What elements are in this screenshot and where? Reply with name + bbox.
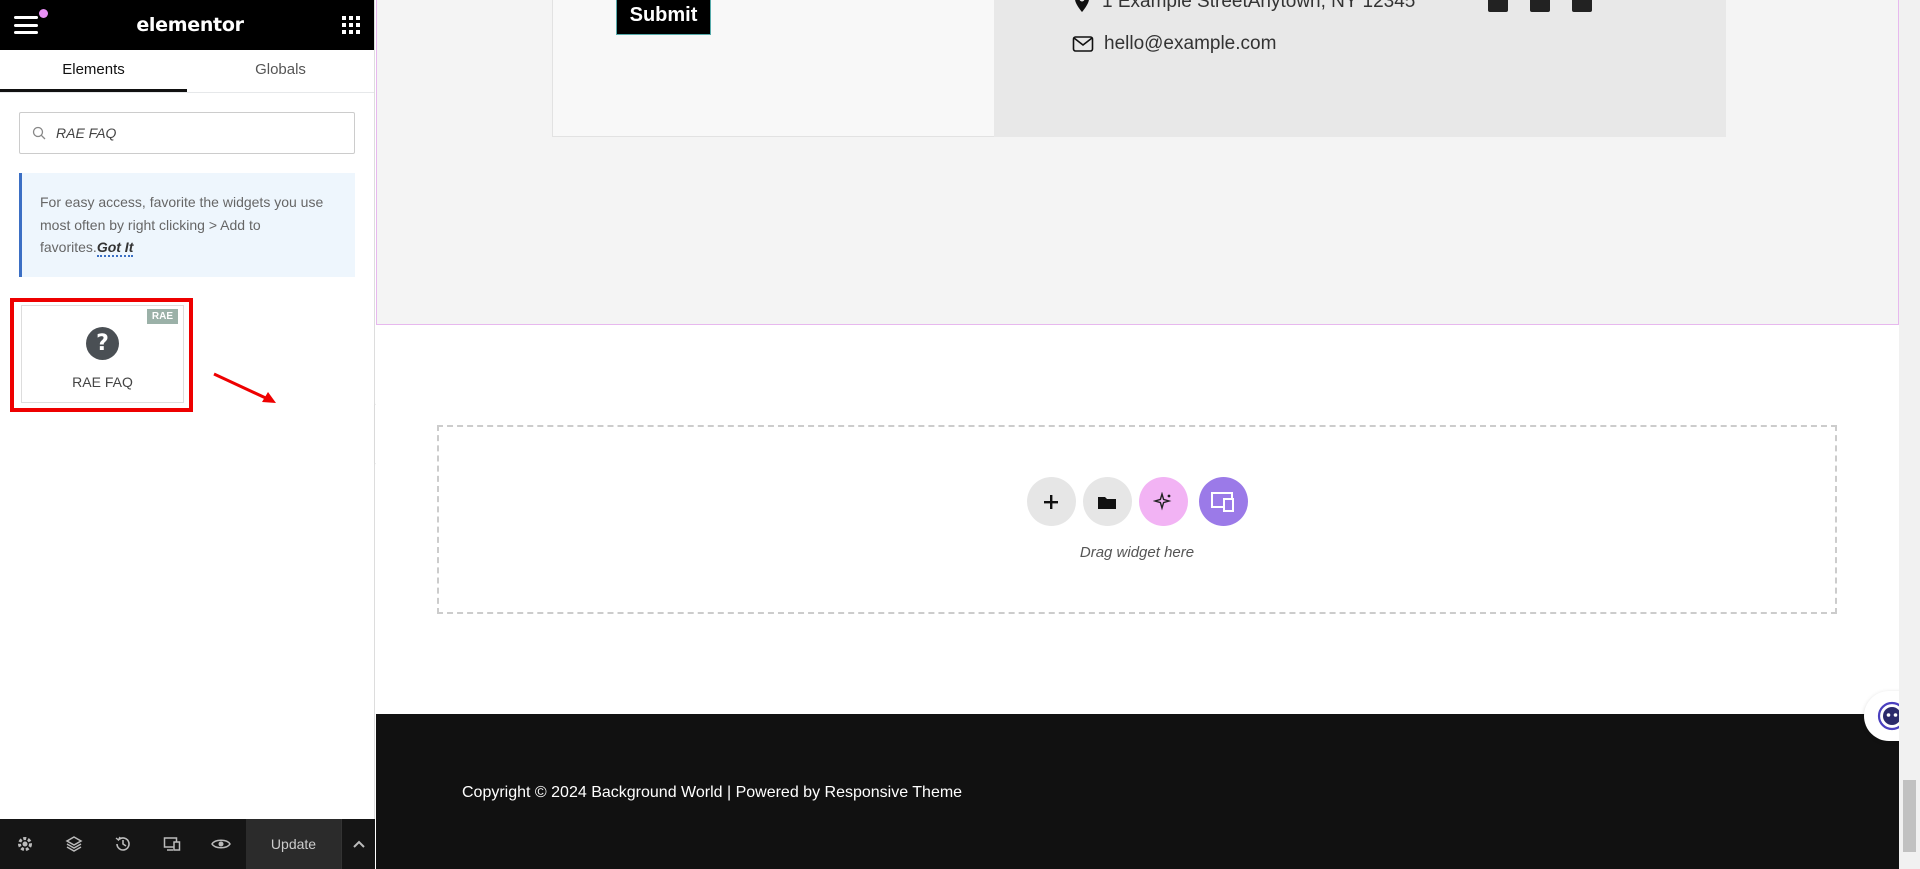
ai-generate-button[interactable] bbox=[1138, 477, 1188, 526]
scrollbar-thumb[interactable] bbox=[1903, 780, 1916, 852]
elementor-panel: elementor Elements Globals For easy acce… bbox=[0, 0, 375, 869]
preview-eye-icon[interactable] bbox=[196, 819, 245, 869]
search-input[interactable] bbox=[56, 125, 336, 141]
empty-section-dropzone[interactable]: Drag widget here bbox=[437, 425, 1837, 614]
email-row: hello@example.com bbox=[1072, 33, 1276, 55]
google-plus-icon[interactable] bbox=[1572, 0, 1592, 12]
tab-elements[interactable]: Elements bbox=[0, 50, 187, 92]
layers-icon[interactable] bbox=[49, 819, 98, 869]
contact-info-column: 1 Example StreetAnytown, NY 12345 hello@… bbox=[994, 0, 1726, 137]
folder-icon bbox=[1098, 496, 1116, 509]
plus-icon bbox=[1044, 494, 1058, 509]
got-it-link[interactable]: Got It bbox=[96, 239, 134, 257]
menu-icon[interactable] bbox=[14, 9, 48, 34]
twitter-icon[interactable] bbox=[1530, 0, 1550, 12]
notice-text: For easy access, favorite the widgets yo… bbox=[40, 194, 324, 255]
notification-dot bbox=[39, 9, 48, 18]
copyright-text: Copyright © 2024 Background World | Powe… bbox=[462, 784, 963, 801]
submit-button[interactable]: Submit bbox=[616, 0, 711, 35]
red-arrow-icon bbox=[213, 372, 276, 403]
add-section-button[interactable] bbox=[1026, 477, 1076, 526]
contact-form-column: Submit bbox=[552, 0, 995, 137]
address-text: 1 Example StreetAnytown, NY 12345 bbox=[1102, 0, 1416, 12]
panel-header: elementor bbox=[0, 0, 374, 50]
scrollbar[interactable] bbox=[1899, 0, 1920, 869]
template-library-button[interactable] bbox=[1198, 477, 1248, 526]
contact-section: Submit 1 Example StreetAnytown, NY 12345… bbox=[376, 0, 1899, 325]
sparkle-icon bbox=[1153, 491, 1172, 510]
facebook-icon[interactable] bbox=[1488, 0, 1508, 12]
chevron-up-icon[interactable] bbox=[341, 819, 375, 869]
location-pin-icon bbox=[1075, 0, 1089, 12]
page-preview: Submit 1 Example StreetAnytown, NY 12345… bbox=[376, 0, 1920, 869]
widget-label: RAE FAQ bbox=[72, 374, 133, 390]
widget-search bbox=[19, 112, 355, 154]
update-button[interactable]: Update bbox=[246, 819, 341, 869]
social-icons bbox=[1488, 0, 1592, 12]
responsive-template-icon bbox=[1211, 491, 1234, 512]
history-icon[interactable] bbox=[98, 819, 147, 869]
responsive-icon[interactable] bbox=[147, 819, 196, 869]
address-row: 1 Example StreetAnytown, NY 12345 bbox=[1072, 0, 1415, 13]
dropzone-buttons bbox=[1026, 477, 1248, 526]
elementor-logo: elementor bbox=[136, 14, 244, 36]
tab-globals[interactable]: Globals bbox=[187, 50, 374, 92]
envelope-icon bbox=[1072, 36, 1094, 52]
rae-badge: RAE bbox=[146, 309, 178, 324]
widget-highlight: RAE ? RAE FAQ bbox=[10, 298, 193, 412]
email-text[interactable]: hello@example.com bbox=[1104, 33, 1276, 55]
panel-tabs: Elements Globals bbox=[0, 50, 374, 93]
search-icon bbox=[32, 126, 46, 140]
widget-rae-faq[interactable]: RAE ? RAE FAQ bbox=[21, 305, 184, 403]
panel-footer: Update bbox=[0, 819, 375, 869]
favorites-notice: For easy access, favorite the widgets yo… bbox=[19, 173, 355, 277]
settings-icon[interactable] bbox=[0, 819, 49, 869]
add-template-button[interactable] bbox=[1082, 477, 1132, 526]
dropzone-label: Drag widget here bbox=[1079, 544, 1195, 561]
site-footer: Copyright © 2024 Background World | Powe… bbox=[376, 714, 1899, 869]
widgets-grid-icon[interactable] bbox=[342, 16, 360, 34]
question-circle-icon: ? bbox=[86, 327, 119, 360]
